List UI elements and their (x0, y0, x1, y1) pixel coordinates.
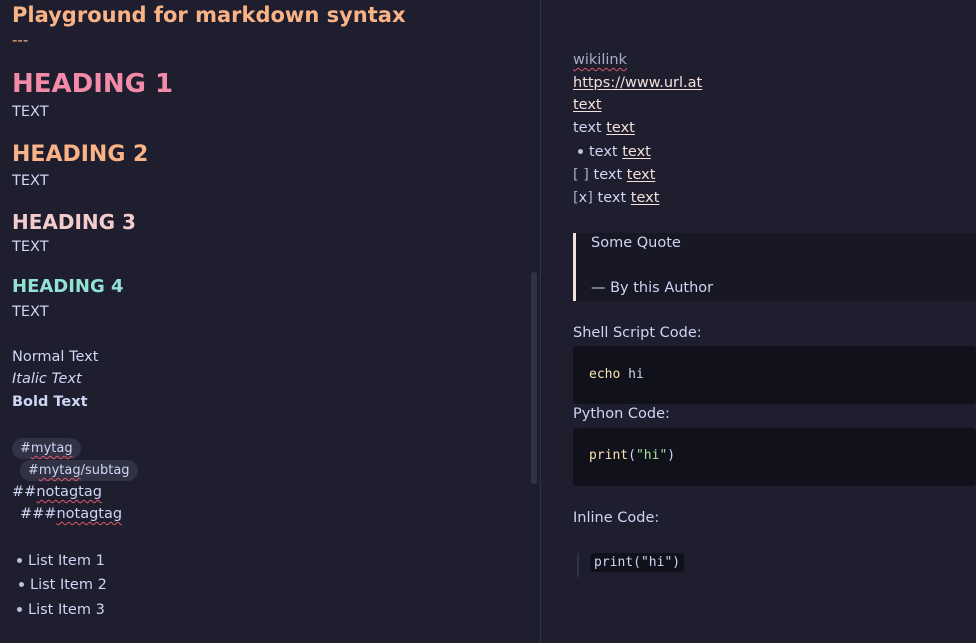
checkbox-checked: x (578, 190, 588, 206)
task-unchecked[interactable]: [ ] text text (573, 167, 655, 183)
inline-code: print("hi") (590, 553, 685, 572)
shell-code-label: Shell Script Code: (573, 325, 702, 341)
heading-3: HEADING 3 (12, 210, 136, 234)
list-item: List Item 2 (19, 577, 107, 593)
checkbox-empty: [ ] (573, 167, 589, 183)
quote-text: Some Quote (591, 235, 681, 251)
bold-text: Bold Text (12, 394, 88, 410)
blockquote: Some Quote — By this Author (573, 233, 976, 301)
tag-mytag-subtag[interactable]: #mytag/subtag (20, 460, 138, 481)
shell-code-line: echo hi (589, 367, 644, 382)
shell-code-block[interactable]: echo hi (573, 346, 976, 404)
tag-mytag[interactable]: #mytag (12, 438, 81, 459)
quote-author: — By this Author (591, 280, 714, 296)
document-title: Playground for markdown syntax (12, 3, 406, 27)
preview-pane-right[interactable]: wikilink https://www.url.at text text te… (541, 0, 976, 643)
inline-code-bar (577, 553, 579, 577)
heading-4: HEADING 4 (12, 276, 124, 297)
tag-word: mytag (38, 463, 81, 478)
list-item: List Item 3 (17, 602, 105, 618)
italic-text: Italic Text (12, 371, 82, 387)
tag-word: mytag (30, 441, 73, 456)
left-scrollbar[interactable] (531, 272, 537, 484)
heading-2-text: TEXT (12, 173, 49, 189)
notagtag-line-2: ###notagtag (20, 506, 123, 522)
url-link[interactable]: https://www.url.at (573, 75, 702, 91)
inline-code-label: Inline Code: (573, 510, 660, 526)
text-with-link: text text (573, 120, 635, 136)
python-code-label: Python Code: (573, 406, 670, 422)
bullet-icon (17, 606, 22, 612)
python-code-block[interactable]: print("hi") (573, 428, 976, 486)
tag-hash: # (28, 463, 39, 478)
bullet-icon (19, 581, 24, 587)
text-link[interactable]: text (606, 120, 635, 136)
tag-hash: # (20, 441, 31, 456)
bullet-icon (578, 148, 583, 154)
heading-4-text: TEXT (12, 304, 49, 320)
heading-3-text: TEXT (12, 239, 49, 255)
list-item: List Item 1 (17, 553, 105, 569)
bullet-icon (17, 557, 22, 563)
text-link[interactable]: text (573, 97, 602, 113)
normal-text: Normal Text (12, 349, 99, 365)
heading-1-text: TEXT (12, 104, 49, 120)
notagtag-line-1: ##notagtag (12, 484, 102, 500)
editor-pane-left[interactable]: Playground for markdown syntax --- HEADI… (0, 0, 540, 643)
heading-2: HEADING 2 (12, 142, 149, 167)
tag-subtag: /subtag (80, 463, 130, 478)
task-checked[interactable]: [x] text text (573, 190, 659, 206)
frontmatter-separator: --- (12, 31, 29, 49)
heading-1: HEADING 1 (12, 69, 174, 99)
wikilink[interactable]: wikilink (573, 52, 627, 68)
bullet-with-link: text text (578, 144, 651, 160)
python-code-line: print("hi") (589, 448, 676, 463)
text-link[interactable]: text (622, 144, 651, 160)
